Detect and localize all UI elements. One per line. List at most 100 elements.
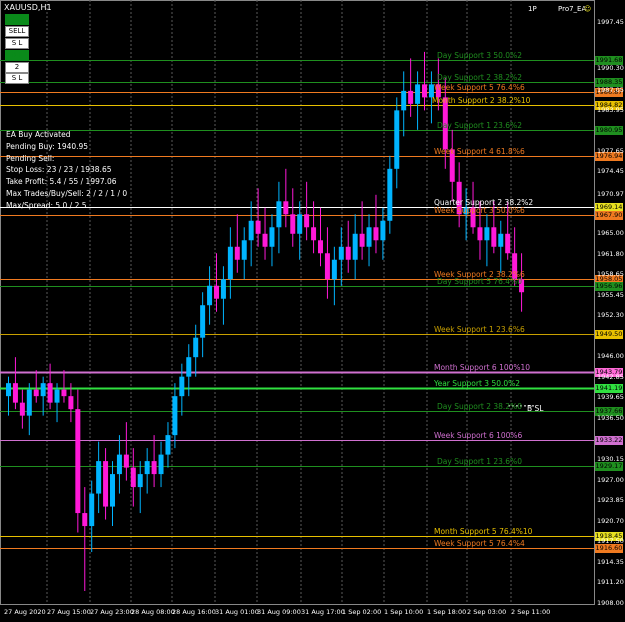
price-axis-label: 1952.30: [597, 311, 624, 320]
info-line: Max Trades/Buy/Sell: 2 / 2 / 1 / 0: [6, 189, 128, 198]
candle-body: [186, 357, 192, 377]
price-axis-label: 1946.00: [597, 352, 624, 361]
bsl-marker[interactable]: B SL: [527, 404, 543, 413]
candle-body: [179, 376, 185, 397]
candle-body: [408, 90, 414, 104]
price-axis-label: 1923.85: [597, 496, 624, 505]
toolbar-button[interactable]: BUY: [5, 14, 29, 25]
candle-body: [220, 279, 226, 299]
candle-body: [262, 233, 268, 247]
time-axis-label: 31 Aug 09:00: [257, 608, 301, 616]
price-axis-label: 1942.85: [597, 372, 624, 381]
price-axis-label: 1977.65: [597, 146, 624, 155]
candle-body: [165, 435, 171, 455]
candle-body: [304, 214, 310, 228]
level-label: Week Support 6 100%6: [434, 430, 523, 440]
expert-advisor-label[interactable]: Pro7_EA: [558, 5, 586, 13]
toolbar-button[interactable]: 2: [5, 62, 29, 73]
candle-body: [345, 246, 351, 260]
price-axis-label: 1974.45: [597, 167, 624, 176]
candle-body: [352, 233, 358, 260]
candle-body: [283, 201, 289, 215]
time-axis-label: 28 Aug 16:00: [172, 608, 216, 616]
level-price-tag: 1933.22: [595, 435, 623, 445]
candle-body: [338, 246, 344, 260]
candle-body: [387, 168, 393, 221]
time-axis-label: 2 Sep 11:00: [511, 608, 551, 616]
level-label: Year Support 3 50.0%2: [434, 378, 521, 388]
time-axis-label: 27 Aug 2020: [4, 608, 46, 616]
trades-label: 1P: [528, 5, 537, 13]
price-axis-label: 1987.05: [597, 85, 624, 94]
price-axis-label: 1908.00: [597, 599, 624, 607]
candle-body: [130, 467, 136, 488]
toolbar-button[interactable]: S L: [5, 73, 29, 84]
candle-body: [415, 84, 421, 104]
candle-body: [158, 454, 164, 475]
candle-body: [373, 227, 379, 241]
candle-body: [331, 259, 337, 280]
candle-body: [82, 513, 88, 527]
candle-body: [33, 389, 39, 397]
price-axis-label: 1955.45: [597, 290, 624, 299]
candle-body: [227, 246, 233, 280]
candle-body: [290, 214, 296, 234]
price-axis-label: 1990.30: [597, 64, 624, 73]
candle-body: [276, 201, 282, 228]
time-axis-label: 1 Sep 18:00: [427, 608, 467, 616]
candle-body: [248, 220, 254, 241]
candle-body: [318, 240, 323, 254]
candle-body: [103, 461, 109, 507]
info-line: EA Buy Activated: [6, 130, 71, 139]
trades-indicator: 1P: [528, 5, 537, 13]
price-axis-label: 1936.50: [597, 413, 624, 422]
time-axis-label: 2 Sep 03:00: [467, 608, 507, 616]
time-axis-label: 1 Sep 10:00: [384, 608, 424, 616]
candle-body: [116, 454, 122, 475]
candle-body: [255, 220, 261, 234]
price-axis-label: 1927.00: [597, 475, 624, 484]
price-axis-label: 1911.20: [597, 578, 624, 587]
candle-body: [6, 383, 11, 397]
level-label: Month Support 5 76.4%10: [434, 526, 533, 536]
time-axis-label: 1 Sep 02:00: [342, 608, 382, 616]
candle-body: [151, 461, 157, 475]
level-price-tag: 1941.19: [595, 383, 623, 393]
candle-body: [297, 214, 303, 234]
candle-body: [193, 337, 199, 358]
level-price-tag: 1980.95: [595, 125, 623, 135]
price-axis-label: 1983.95: [597, 105, 624, 114]
candle-body: [498, 233, 504, 247]
level-label: Month Support 6 100%10: [434, 362, 531, 372]
time-axis-label: 31 Aug 17:00: [301, 608, 345, 616]
candle-body: [269, 227, 275, 247]
info-line: Max/Spread: 5.0 / 2.5: [6, 200, 87, 210]
toolbar-button[interactable]: S L: [5, 38, 29, 49]
level-label: Day Support 1 23.6%2: [437, 120, 522, 130]
candle-body: [366, 227, 372, 247]
candle-body: [324, 253, 330, 280]
candle-body: [110, 474, 115, 507]
candle-body: [484, 227, 490, 241]
price-axis-label: 1997.45: [597, 18, 624, 26]
price-axis-label: 1930.15: [597, 455, 624, 464]
price-axis-label: 1958.65: [597, 270, 624, 279]
toolbar-button[interactable]: B L: [5, 50, 29, 61]
time-axis-label: 27 Aug 23:00: [90, 608, 134, 616]
level-label: Day Support 5 76.4%0: [437, 276, 522, 286]
time-axis-label: 31 Aug 01:00: [215, 608, 259, 616]
candle-body: [26, 389, 32, 416]
price-axis-label: 1914.35: [597, 557, 624, 566]
candle-body: [214, 285, 219, 299]
candle-body: [505, 233, 511, 254]
toolbar-button[interactable]: SELL: [5, 26, 29, 37]
candle-body: [61, 389, 67, 397]
window-title: XAUUSD,H1: [4, 3, 52, 12]
price-axis-label: 1961.80: [597, 249, 624, 258]
info-line: Pending Sell:: [6, 153, 55, 163]
level-label: Week Support 5 76.4%4: [434, 538, 525, 548]
level-label: Week Support 4 61.8%6: [434, 146, 525, 156]
level-label: Month Support 2 38.2%10: [432, 95, 531, 105]
price-axis-label: 1970.97: [597, 189, 624, 198]
level-label: Day Support 2 38.2%2: [437, 72, 522, 82]
